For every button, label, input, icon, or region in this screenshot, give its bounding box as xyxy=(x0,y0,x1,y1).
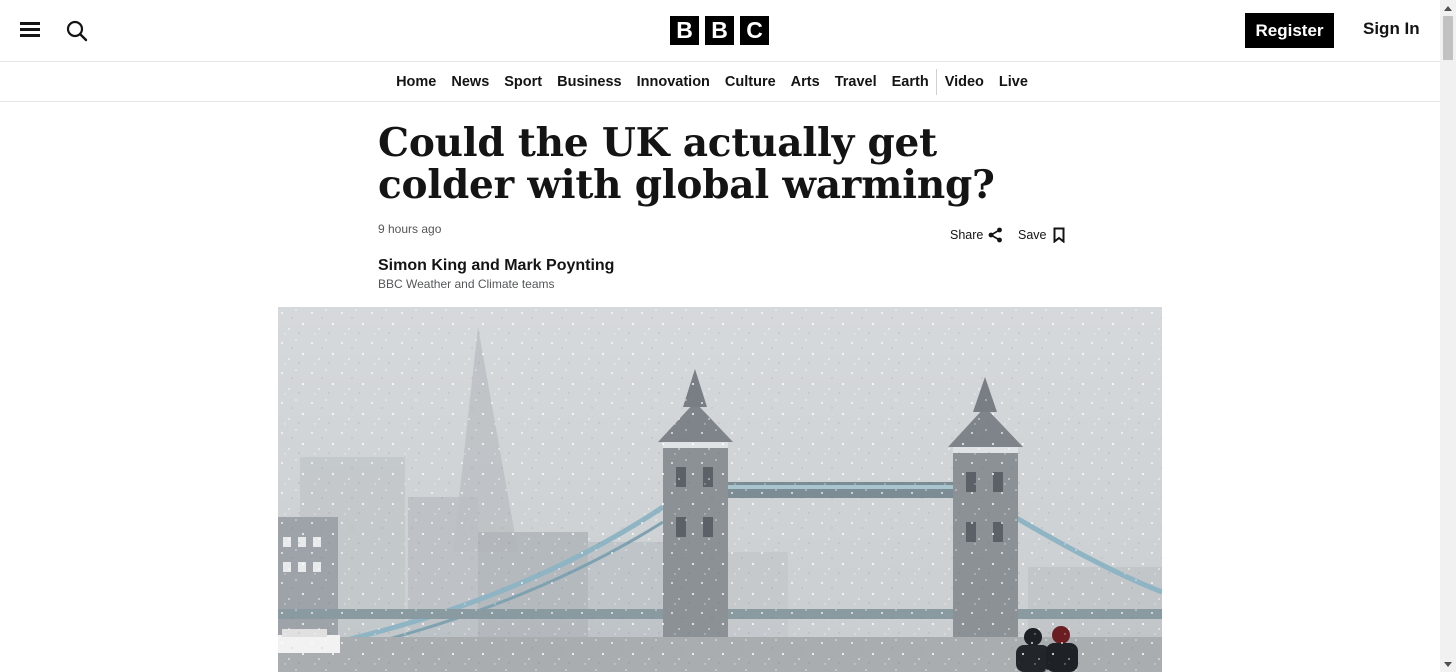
hero-image xyxy=(278,307,1162,672)
bbc-logo[interactable]: B B C xyxy=(670,16,769,45)
logo-letter-b2: B xyxy=(705,16,734,45)
nav-item-news[interactable]: News xyxy=(444,74,497,90)
nav-item-sport[interactable]: Sport xyxy=(497,74,550,90)
share-button[interactable]: Share xyxy=(950,227,1003,243)
bookmark-icon xyxy=(1053,227,1064,243)
share-icon xyxy=(988,227,1003,243)
nav-item-earth[interactable]: Earth xyxy=(884,74,936,90)
menu-icon[interactable] xyxy=(20,20,42,40)
logo-letter-c: C xyxy=(740,16,769,45)
share-label: Share xyxy=(950,228,984,242)
author-role: BBC Weather and Climate teams xyxy=(378,277,555,291)
author-name[interactable]: Simon King and Mark Poynting xyxy=(378,257,614,275)
top-bar: B B C Register Sign In xyxy=(0,0,1440,62)
sign-in-link[interactable]: Sign In xyxy=(1363,19,1420,39)
logo-letter-b1: B xyxy=(670,16,699,45)
register-button[interactable]: Register xyxy=(1245,13,1334,48)
save-label: Save xyxy=(1018,228,1047,242)
save-button[interactable]: Save xyxy=(1018,227,1065,243)
scrollbar[interactable] xyxy=(1440,0,1456,672)
article-timestamp: 9 hours ago xyxy=(378,222,442,236)
nav-item-live[interactable]: Live xyxy=(991,74,1035,90)
nav-item-video[interactable]: Video xyxy=(937,74,991,90)
article-headline: Could the UK actually get colder with gl… xyxy=(378,120,995,208)
nav-item-business[interactable]: Business xyxy=(550,74,629,90)
scroll-up-icon[interactable] xyxy=(1440,0,1456,16)
main-nav: Home News Sport Business Innovation Cult… xyxy=(0,62,1440,102)
nav-item-arts[interactable]: Arts xyxy=(783,74,827,90)
nav-item-travel[interactable]: Travel xyxy=(827,74,884,90)
nav-item-home[interactable]: Home xyxy=(389,74,444,90)
scroll-thumb[interactable] xyxy=(1443,16,1453,60)
scroll-down-icon[interactable] xyxy=(1440,656,1456,672)
nav-item-innovation[interactable]: Innovation xyxy=(629,74,717,90)
search-icon[interactable] xyxy=(65,19,89,43)
nav-item-culture[interactable]: Culture xyxy=(717,74,783,90)
